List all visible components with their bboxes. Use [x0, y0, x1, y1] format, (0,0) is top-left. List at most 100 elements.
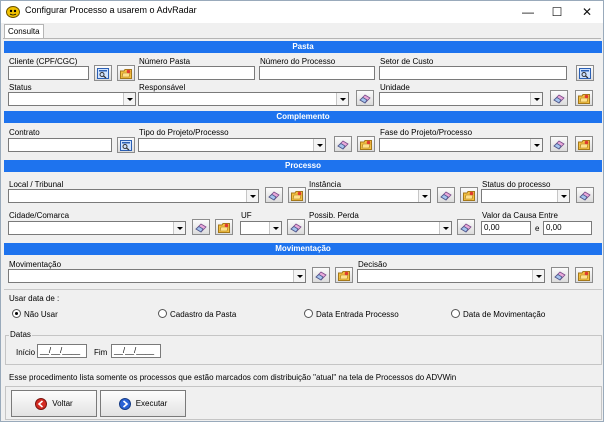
folder-icon: [578, 270, 590, 281]
local-tribunal-label: Local / Tribunal: [9, 180, 64, 189]
close-button[interactable]: ✕: [572, 1, 602, 23]
valor-max-input[interactable]: 0,00: [543, 221, 592, 235]
cidade-comarca-label: Cidade/Comarca: [9, 211, 70, 220]
cliente-label: Cliente (CPF/CGC): [9, 57, 78, 66]
chevron-down-icon: [530, 93, 542, 105]
valor-min-input[interactable]: 0,00: [481, 221, 531, 235]
tipo-folder-button[interactable]: [357, 136, 375, 152]
chevron-down-icon: [418, 190, 430, 202]
uf-select[interactable]: [240, 221, 282, 235]
section-header-movimentacao: Movimentação: [4, 243, 602, 255]
unidade-clear-button[interactable]: [550, 90, 568, 106]
eraser-icon: [553, 93, 565, 104]
eraser-icon: [268, 190, 280, 201]
eraser-icon: [440, 190, 452, 201]
instancia-select[interactable]: [308, 189, 431, 203]
decisao-select[interactable]: [357, 269, 545, 283]
movimentacao-select[interactable]: [8, 269, 306, 283]
fim-date-input[interactable]: __/__/____: [111, 344, 161, 358]
fase-clear-button[interactable]: [550, 136, 568, 152]
tipo-projeto-select[interactable]: [138, 138, 326, 152]
radio-data-entrada-label: Data Entrada Processo: [316, 310, 399, 319]
chevron-down-icon: [439, 222, 451, 234]
maximize-button[interactable]: ☐: [542, 1, 572, 23]
status-processo-clear-button[interactable]: [576, 187, 594, 203]
contrato-input[interactable]: [8, 138, 112, 152]
inicio-date-input[interactable]: __/__/____: [37, 344, 87, 358]
instancia-folder-button[interactable]: [460, 187, 478, 203]
responsavel-label: Responsável: [139, 83, 186, 92]
voltar-button[interactable]: Voltar: [11, 390, 97, 417]
cidade-folder-button[interactable]: [215, 219, 233, 235]
status-select[interactable]: [8, 92, 136, 106]
cliente-folder-button[interactable]: [117, 65, 135, 81]
unidade-folder-button[interactable]: [575, 90, 593, 106]
executar-button[interactable]: Executar: [100, 390, 186, 417]
status-processo-select[interactable]: [481, 189, 570, 203]
decisao-label: Decisão: [358, 260, 387, 269]
responsavel-clear-button[interactable]: [356, 90, 374, 106]
numero-pasta-input[interactable]: [138, 66, 255, 80]
fim-label: Fim: [94, 348, 108, 357]
possib-perda-select[interactable]: [308, 221, 452, 235]
folder-icon: [463, 190, 475, 201]
numero-processo-input[interactable]: [259, 66, 375, 80]
tab-consulta[interactable]: Consulta: [4, 24, 44, 38]
cliente-search-button[interactable]: [94, 65, 112, 81]
section-header-processo: Processo: [4, 160, 602, 172]
radio-cadastro-pasta[interactable]: [158, 309, 167, 318]
cidade-comarca-select[interactable]: [8, 221, 186, 235]
valor-e-label: e: [535, 224, 540, 233]
setor-custo-input[interactable]: [379, 66, 567, 80]
chevron-down-icon: [313, 139, 325, 151]
local-clear-button[interactable]: [265, 187, 283, 203]
local-tribunal-select[interactable]: [8, 189, 259, 203]
movimentacao-clear-button[interactable]: [312, 267, 330, 283]
eraser-icon: [460, 222, 472, 233]
app-logo-icon: [6, 6, 20, 18]
minimize-icon: —: [522, 5, 534, 19]
uf-clear-button[interactable]: [287, 219, 305, 235]
eraser-icon: [554, 270, 566, 281]
responsavel-select[interactable]: [138, 92, 349, 106]
main-window: Configurar Processo a usarem o AdvRadar …: [0, 0, 604, 422]
chevron-down-icon: [293, 270, 305, 282]
movimentacao-folder-button[interactable]: [335, 267, 353, 283]
title-bar: Configurar Processo a usarem o AdvRadar …: [1, 1, 603, 23]
local-folder-button[interactable]: [288, 187, 306, 203]
folder-icon: [360, 139, 372, 150]
movimentacao-label: Movimentação: [9, 260, 62, 269]
tipo-clear-button[interactable]: [334, 136, 352, 152]
chevron-down-icon: [269, 222, 281, 234]
fase-projeto-select[interactable]: [379, 138, 543, 152]
folder-icon: [218, 222, 230, 233]
radio-data-entrada[interactable]: [304, 309, 313, 318]
radio-cadastro-pasta-label: Cadastro da Pasta: [170, 310, 237, 319]
possib-perda-label: Possib. Perda: [309, 211, 359, 220]
unidade-select[interactable]: [379, 92, 543, 106]
radio-nao-usar[interactable]: [12, 309, 21, 318]
datas-legend: Datas: [9, 330, 32, 339]
section-header-pasta: Pasta: [4, 41, 602, 53]
decisao-folder-button[interactable]: [575, 267, 593, 283]
inicio-label: Início: [16, 348, 36, 357]
cidade-clear-button[interactable]: [192, 219, 210, 235]
chevron-down-icon: [173, 222, 185, 234]
minimize-button[interactable]: —: [513, 1, 543, 23]
perda-clear-button[interactable]: [457, 219, 475, 235]
chevron-down-icon: [557, 190, 569, 202]
fase-folder-button[interactable]: [575, 136, 593, 152]
eraser-icon: [195, 222, 207, 233]
contrato-search-button[interactable]: [117, 137, 135, 153]
chevron-down-icon: [246, 190, 258, 202]
instancia-label: Instância: [309, 180, 342, 189]
cliente-input[interactable]: [8, 66, 89, 80]
radio-data-movimentacao[interactable]: [451, 309, 460, 318]
decisao-clear-button[interactable]: [551, 267, 569, 283]
voltar-label: Voltar: [52, 399, 73, 408]
uf-label: UF: [241, 211, 252, 220]
instancia-clear-button[interactable]: [437, 187, 455, 203]
eraser-icon: [290, 222, 302, 233]
setor-search-button[interactable]: [576, 65, 594, 81]
search-icon: [120, 140, 132, 151]
